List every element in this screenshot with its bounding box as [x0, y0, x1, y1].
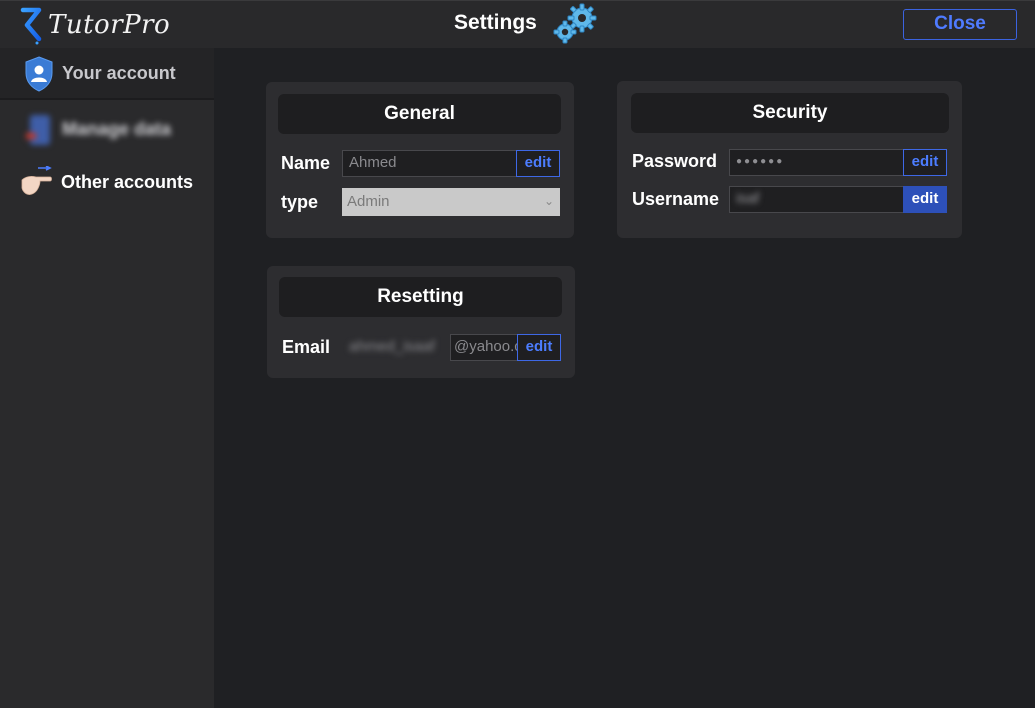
app-name: TutorPro: [48, 10, 171, 40]
general-header: General: [278, 94, 561, 134]
name-edit-button[interactable]: edit: [516, 150, 560, 177]
shield-user-icon: [25, 56, 53, 92]
type-label: type: [281, 192, 319, 212]
email-domain-field[interactable]: @yahoo.com: [450, 334, 518, 361]
username-edit-button[interactable]: edit: [903, 186, 947, 213]
sidebar-item-manage-data[interactable]: Manage data: [0, 103, 214, 155]
security-header: Security: [631, 93, 949, 133]
resetting-card: Resetting Email ahmed_isaaf @yahoo.com e…: [267, 266, 575, 378]
sidebar-item-label: Other accounts: [61, 171, 194, 192]
app-logo: TutorPro: [20, 5, 170, 45]
type-select-value: Admin: [347, 193, 390, 210]
sidebar: Your account Manage data Other accounts: [0, 48, 214, 708]
top-bar: TutorPro Settings Close: [0, 0, 1035, 48]
hand-switch-icon: [21, 166, 52, 195]
settings-window: TutorPro Settings Close Your account Man…: [0, 0, 1035, 708]
username-value: isaf: [736, 190, 760, 207]
email-edit-button[interactable]: edit: [517, 334, 561, 361]
sidebar-item-label: Manage data: [62, 118, 172, 139]
tutorpro-logo-icon: [20, 7, 42, 45]
email-user-field[interactable]: ahmed_isaaf: [342, 334, 450, 361]
username-input[interactable]: isaf: [729, 186, 904, 213]
name-input[interactable]: Ahmed: [342, 150, 517, 177]
data-icon: [26, 115, 50, 145]
security-card: Security Password ●●●●●● edit Username i…: [617, 81, 962, 238]
gears-icon: [553, 3, 597, 44]
close-button[interactable]: Close: [903, 9, 1017, 40]
chevron-down-icon: ⌄: [543, 194, 554, 208]
password-edit-button[interactable]: edit: [903, 149, 947, 176]
general-card: General Name Ahmed edit type Admin ⌄: [266, 82, 574, 238]
name-label: Name: [281, 153, 331, 173]
type-select[interactable]: Admin ⌄: [342, 188, 560, 216]
password-label: Password: [632, 151, 718, 171]
sidebar-item-label: Your account: [62, 62, 176, 83]
password-input[interactable]: ●●●●●●: [729, 149, 904, 176]
username-label: Username: [632, 189, 720, 209]
email-user-value: ahmed_isaaf: [349, 338, 435, 355]
sidebar-item-your-account[interactable]: Your account: [0, 48, 214, 100]
sidebar-item-other-accounts[interactable]: Other accounts: [0, 156, 214, 208]
page-title: Settings: [454, 11, 537, 34]
resetting-header: Resetting: [279, 277, 562, 317]
email-label: Email: [282, 337, 331, 357]
